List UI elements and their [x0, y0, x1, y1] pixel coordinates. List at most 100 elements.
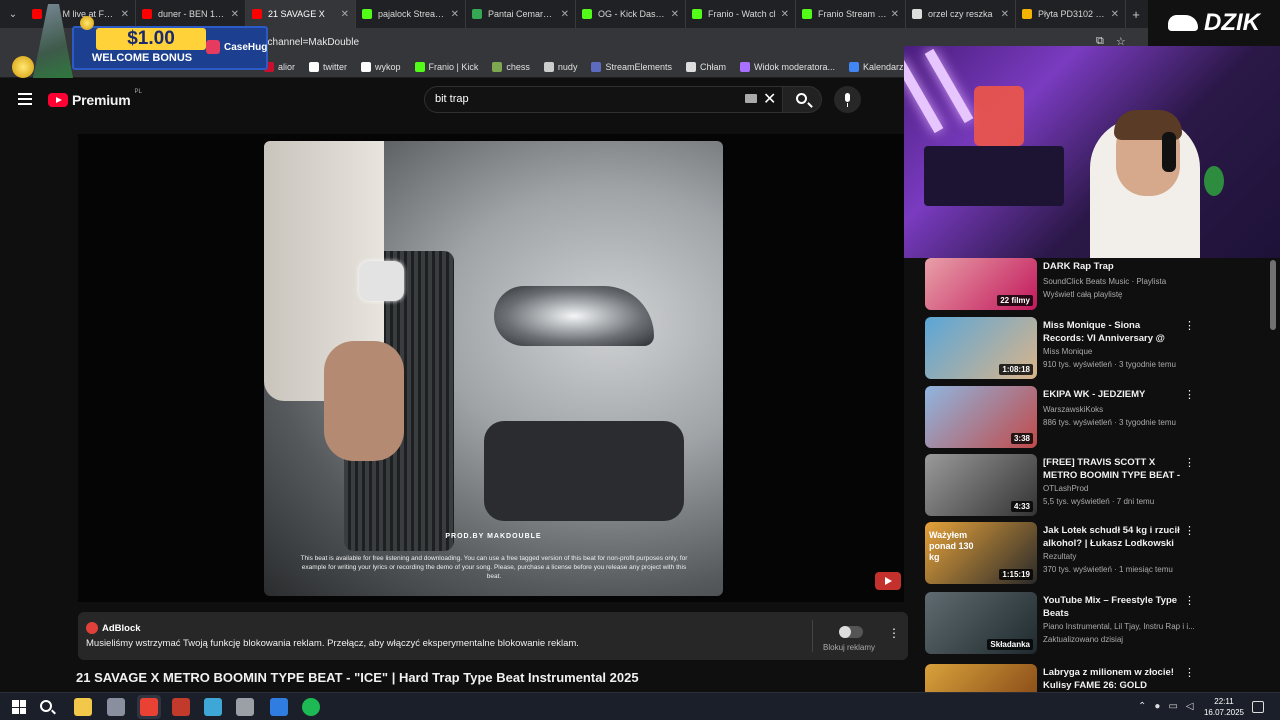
taskbar-search-icon[interactable]: [40, 700, 52, 712]
tab-close-icon[interactable]: ✕: [671, 9, 679, 20]
bookmark-item[interactable]: nudy: [543, 61, 577, 72]
more-options-icon[interactable]: ⋮: [888, 626, 900, 640]
channel-name[interactable]: SoundClick Beats Music · Playlista: [1043, 277, 1166, 286]
streamer-webcam: [904, 46, 1280, 258]
tab-close-icon[interactable]: ✕: [1111, 9, 1119, 20]
more-options-icon[interactable]: ⋮: [1184, 388, 1195, 401]
tab-close-icon[interactable]: ✕: [1001, 9, 1009, 20]
keyboard-icon[interactable]: [745, 94, 757, 103]
bookmark-item[interactable]: Widok moderatora...: [740, 61, 836, 72]
recommended-video[interactable]: 3:38 EKIPA WK - JEDZIEMY WarszawskiKoks 886…: [924, 386, 1270, 448]
microphone-icon[interactable]: ●: [1154, 701, 1160, 712]
tab-close-icon[interactable]: ✕: [781, 9, 789, 20]
channel-name[interactable]: Piano Instrumental, Lil Tjay, Instru Rap…: [1043, 622, 1195, 631]
chrome-taskbar-icon[interactable]: [140, 698, 158, 716]
tab-close-icon[interactable]: ✕: [561, 9, 569, 20]
channel-name[interactable]: WarszawskiKoks: [1043, 405, 1103, 414]
video-title[interactable]: Miss Monique - Siona Records: VI Anniver…: [1043, 319, 1183, 345]
video-thumbnail[interactable]: Ważyłem ponad 130 kg 1:15:19: [925, 522, 1037, 584]
browser-tab[interactable]: Franio - Watch cl ✕: [686, 0, 796, 28]
video-title[interactable]: DARK Rap Trap: [1043, 260, 1183, 273]
youtube-watermark-icon[interactable]: [875, 572, 901, 590]
app-taskbar-icon[interactable]: [236, 698, 254, 716]
bookmark-item[interactable]: StreamElements: [591, 61, 672, 72]
video-title[interactable]: Jak Lotek schudł 54 kg i rzucił alkohol?…: [1043, 524, 1183, 550]
bookmark-favicon-icon: [492, 61, 503, 72]
new-tab-icon[interactable]: +: [1126, 7, 1146, 22]
recommended-video[interactable]: Składanka YouTube Mix – Freestyle Type Be…: [924, 592, 1270, 654]
scroll-thumb[interactable]: [1270, 260, 1276, 330]
app-taskbar-icon[interactable]: [107, 698, 125, 716]
tab-title: Franio Stream - W: [818, 9, 887, 19]
tab-close-icon[interactable]: ✕: [451, 9, 459, 20]
more-options-icon[interactable]: ⋮: [1184, 524, 1195, 537]
url-text[interactable]: _channel=MakDouble: [262, 37, 359, 48]
notifications-icon[interactable]: [1252, 701, 1264, 713]
more-options-icon[interactable]: ⋮: [1184, 319, 1195, 332]
video-title[interactable]: EKIPA WK - JEDZIEMY: [1043, 388, 1183, 401]
menu-icon[interactable]: [18, 93, 32, 105]
video-thumbnail[interactable]: [925, 664, 1037, 692]
browser-tab[interactable]: Franio Stream - W ✕: [796, 0, 906, 28]
clock[interactable]: 22:11 16.07.2025: [1200, 696, 1248, 718]
clear-search-icon[interactable]: ✕: [763, 89, 776, 109]
recommended-video[interactable]: Ważyłem ponad 130 kg 1:15:19 Jak Lotek sch…: [924, 522, 1270, 584]
bookmark-label: Widok moderatora...: [754, 61, 836, 72]
recommended-video[interactable]: Labryga z milionem w złocie! Kulisy FAME…: [924, 664, 1270, 692]
divider: [812, 620, 813, 652]
channel-name[interactable]: Miss Monique: [1043, 347, 1092, 356]
chevron-up-icon[interactable]: ⌃: [1138, 701, 1146, 712]
bookmark-item[interactable]: Chłam: [685, 61, 726, 72]
bookmark-item[interactable]: Franio | Kick: [414, 61, 478, 72]
tab-close-icon[interactable]: ✕: [891, 9, 899, 20]
bookmark-item[interactable]: twitter: [309, 61, 347, 72]
video-player[interactable]: PROD.BY MAKDOUBLE This beat is available…: [78, 134, 904, 602]
app-taskbar-icon[interactable]: [270, 698, 288, 716]
video-meta: Zaktualizowano dzisiaj: [1043, 635, 1124, 644]
video-thumbnail[interactable]: 1:08:18: [925, 317, 1037, 379]
youtube-logo[interactable]: Premium PL: [48, 89, 142, 108]
stream-casino-overlay: $1.00 WELCOME BONUS CaseHug: [0, 0, 270, 82]
tab-close-icon[interactable]: ✕: [341, 9, 349, 20]
video-thumbnail[interactable]: 3:38: [925, 386, 1037, 448]
app-taskbar-icon[interactable]: [172, 698, 190, 716]
app-taskbar-icon[interactable]: [204, 698, 222, 716]
recommended-video[interactable]: 1:08:18 Miss Monique - Siona Records: VI …: [924, 317, 1270, 379]
bookmark-label: Chłam: [699, 61, 726, 72]
beat-disclaimer: This beat is available for free listenin…: [300, 555, 688, 580]
file-explorer-taskbar-icon[interactable]: [74, 698, 92, 716]
start-windows-icon[interactable]: [12, 700, 26, 714]
more-options-icon[interactable]: ⋮: [1184, 594, 1195, 607]
recommended-video[interactable]: 22 filmy DARK Rap Trap SoundClick Beats Mu…: [924, 258, 1270, 320]
plant-graphic: [1204, 166, 1224, 196]
bookmark-item[interactable]: wykop: [361, 61, 401, 72]
search-button[interactable]: [782, 86, 822, 113]
video-title[interactable]: Labryga z milionem w złocie! Kulisy FAME…: [1043, 666, 1183, 692]
browser-tab[interactable]: pajalock Stream - ✕: [356, 0, 466, 28]
video-title[interactable]: YouTube Mix – Freestyle Type Beats: [1043, 594, 1183, 620]
casehug-logo-icon: [206, 40, 220, 54]
browser-tab[interactable]: orzel czy reszka ✕: [906, 0, 1016, 28]
browser-tab[interactable]: OG - Kick Dashbo ✕: [576, 0, 686, 28]
volume-icon[interactable]: ◁: [1186, 701, 1194, 712]
video-thumbnail[interactable]: Składanka: [925, 592, 1037, 654]
video-title[interactable]: [FREE] TRAVIS SCOTT X METRO BOOMIN TYPE …: [1043, 456, 1183, 482]
video-thumbnail[interactable]: 22 filmy: [925, 258, 1037, 310]
block-ads-toggle[interactable]: [839, 626, 863, 638]
scrollbar[interactable]: [1270, 258, 1276, 692]
search-input[interactable]: bit trap: [424, 86, 786, 113]
recommendations-list: 22 filmy DARK Rap Trap SoundClick Beats Mu…: [924, 258, 1270, 692]
channel-name[interactable]: Rezultaty: [1043, 552, 1076, 561]
recommended-video[interactable]: 4:33 [FREE] TRAVIS SCOTT X METRO BOOMIN T…: [924, 454, 1270, 516]
browser-tab[interactable]: Pantai Cemara - N ✕: [466, 0, 576, 28]
bookmark-item[interactable]: chess: [492, 61, 530, 72]
knife-graphic: [33, 4, 73, 78]
network-icon[interactable]: ▭: [1168, 701, 1177, 712]
more-options-icon[interactable]: ⋮: [1184, 456, 1195, 469]
browser-tab[interactable]: Płyta PD3102 RW ✕: [1016, 0, 1126, 28]
more-options-icon[interactable]: ⋮: [1184, 666, 1195, 679]
voice-search-icon[interactable]: [834, 86, 861, 113]
spotify-taskbar-icon[interactable]: [302, 698, 320, 716]
channel-name[interactable]: OTLashProd: [1043, 484, 1088, 493]
video-thumbnail[interactable]: 4:33: [925, 454, 1037, 516]
